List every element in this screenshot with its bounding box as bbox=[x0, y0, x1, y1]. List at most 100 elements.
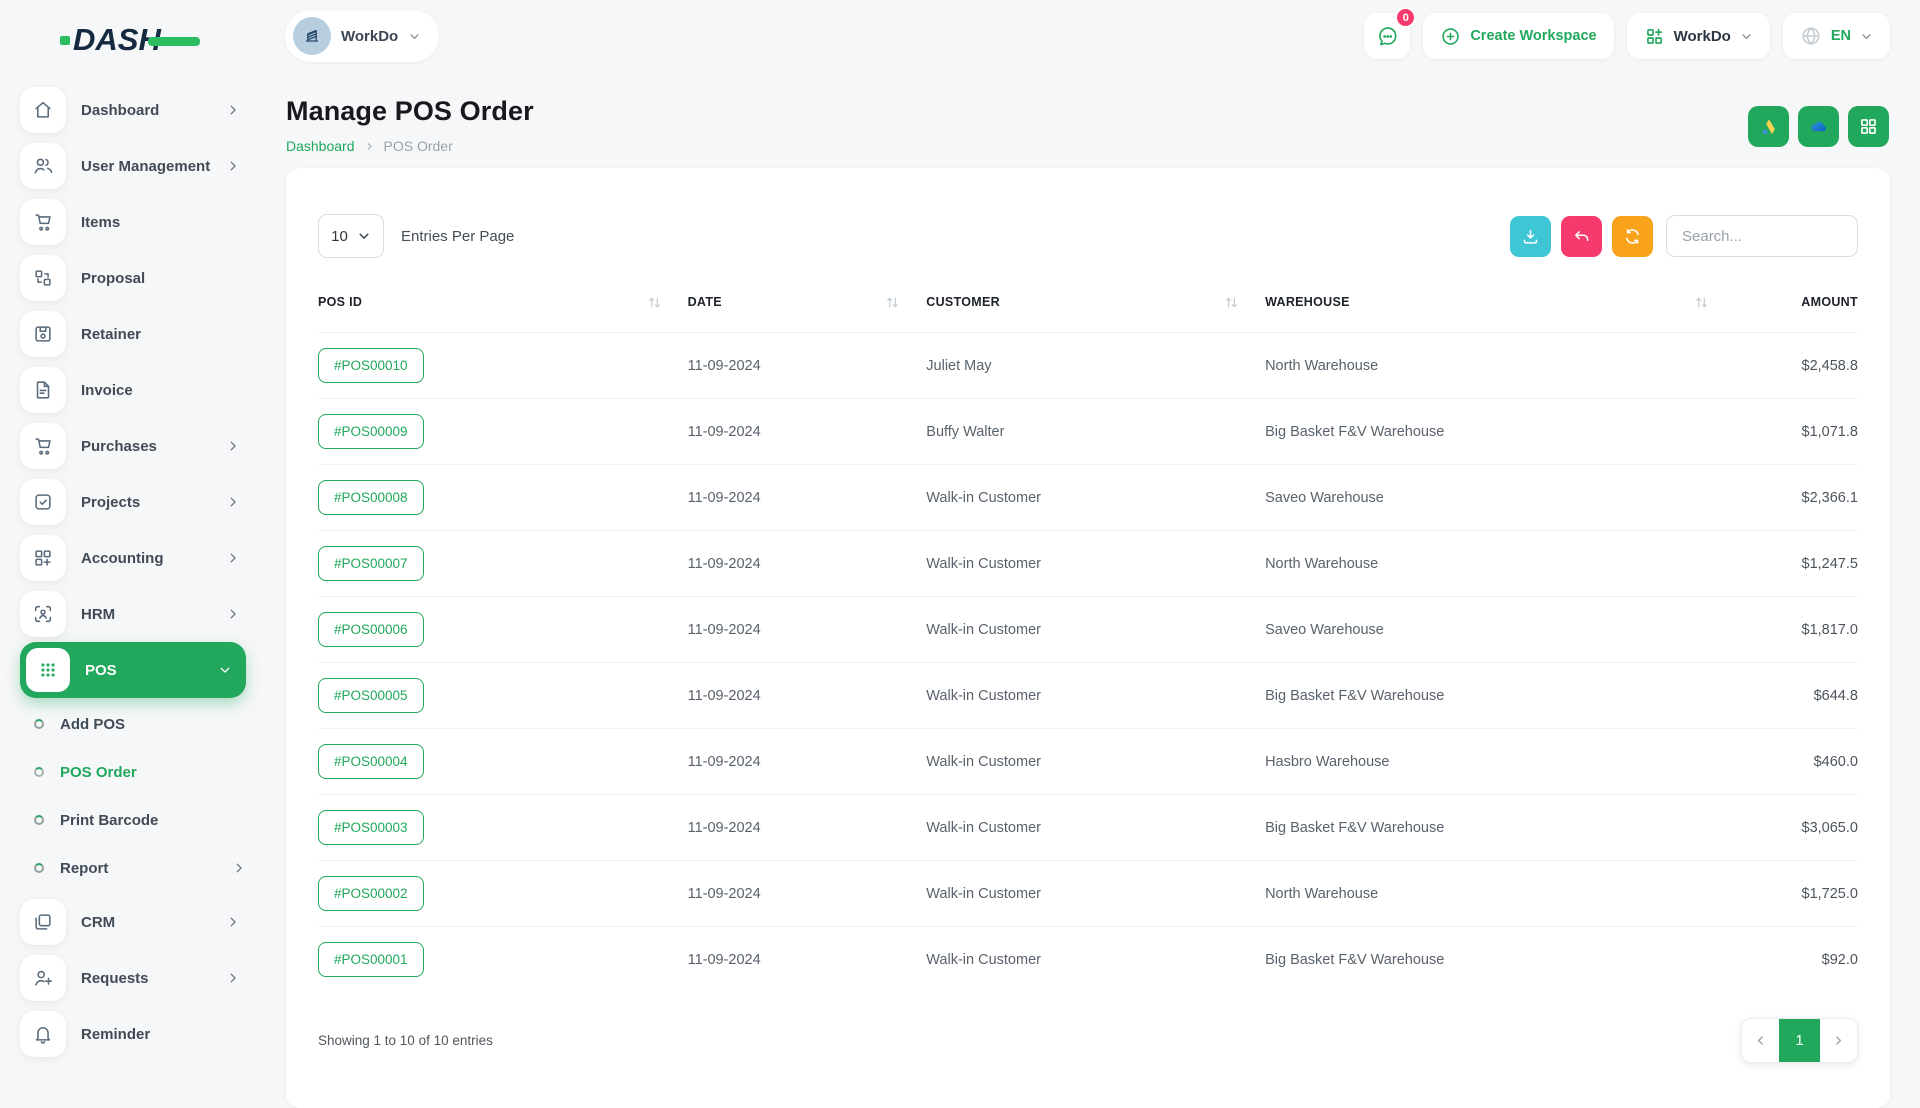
entries-label: Entries Per Page bbox=[401, 228, 514, 245]
chevron-right-icon bbox=[226, 971, 240, 985]
table-toolbar: 10 Entries Per Page bbox=[318, 214, 1858, 258]
search-input[interactable] bbox=[1666, 215, 1858, 257]
entries-value: 10 bbox=[331, 228, 348, 245]
download-icon bbox=[1521, 227, 1540, 246]
messages-button[interactable]: 0 bbox=[1364, 13, 1410, 59]
chevron-right-icon bbox=[226, 103, 240, 117]
refresh-button[interactable] bbox=[1612, 216, 1653, 257]
pos-id-button[interactable]: #POS00007 bbox=[318, 546, 424, 581]
cell-customer: Buffy Walter bbox=[926, 424, 1265, 440]
bullet-icon bbox=[34, 719, 44, 729]
sidebar-item-accounting[interactable]: Accounting bbox=[20, 530, 246, 586]
pos-id-button[interactable]: #POS00009 bbox=[318, 414, 424, 449]
table-footer: Showing 1 to 10 of 10 entries 1 bbox=[318, 1018, 1858, 1063]
cell-customer: Walk-in Customer bbox=[926, 490, 1265, 506]
header-date[interactable]: DATE bbox=[688, 295, 927, 310]
sidebar-item-purchases[interactable]: Purchases bbox=[20, 418, 246, 474]
prev-page-button[interactable] bbox=[1742, 1019, 1779, 1062]
chevron-right-icon bbox=[232, 861, 246, 875]
chevron-down-icon bbox=[1860, 30, 1873, 43]
cell-warehouse: Saveo Warehouse bbox=[1265, 490, 1735, 506]
sidebar-item-requests[interactable]: Requests bbox=[20, 950, 246, 1006]
pos-id-button[interactable]: #POS00001 bbox=[318, 942, 424, 977]
pos-id-button[interactable]: #POS00008 bbox=[318, 480, 424, 515]
cell-customer: Walk-in Customer bbox=[926, 622, 1265, 638]
table-row: #POS00008 11-09-2024 Walk-in Customer Sa… bbox=[318, 464, 1858, 530]
sidebar-item-items[interactable]: Items bbox=[20, 194, 246, 250]
grid-plus-icon bbox=[1644, 26, 1665, 47]
header-warehouse[interactable]: WAREHOUSE bbox=[1265, 295, 1735, 310]
sidebar-item-reminder[interactable]: Reminder bbox=[20, 1006, 246, 1062]
file-text-icon bbox=[20, 367, 66, 413]
refresh-icon bbox=[1623, 227, 1642, 246]
app-logo[interactable]: DASH bbox=[60, 22, 246, 58]
submenu-item-print-barcode[interactable]: Print Barcode bbox=[34, 796, 246, 844]
language-code: EN bbox=[1831, 28, 1851, 44]
submenu-item-pos-order[interactable]: POS Order bbox=[34, 748, 246, 796]
breadcrumb-current: POS Order bbox=[384, 138, 453, 154]
google-drive-button[interactable] bbox=[1748, 106, 1789, 147]
pos-id-button[interactable]: #POS00006 bbox=[318, 612, 424, 647]
cell-date: 11-09-2024 bbox=[688, 820, 927, 836]
breadcrumb: Dashboard POS Order bbox=[286, 138, 534, 154]
export-button[interactable] bbox=[1510, 216, 1551, 257]
cell-customer: Walk-in Customer bbox=[926, 886, 1265, 902]
sidebar-item-pos[interactable]: POS bbox=[20, 642, 246, 698]
submenu-item-report[interactable]: Report bbox=[34, 844, 246, 892]
bell-icon bbox=[20, 1011, 66, 1057]
sidebar-item-crm[interactable]: CRM bbox=[20, 894, 246, 950]
submenu-item-add-pos[interactable]: Add POS bbox=[34, 700, 246, 748]
sidebar-item-invoice[interactable]: Invoice bbox=[20, 362, 246, 418]
app-menu-button[interactable]: WorkDo bbox=[1627, 13, 1770, 59]
pos-id-button[interactable]: #POS00002 bbox=[318, 876, 424, 911]
workspace-selector[interactable]: WorkDo bbox=[285, 10, 439, 62]
language-selector[interactable]: EN bbox=[1783, 13, 1890, 59]
header-amount[interactable]: AMOUNT bbox=[1735, 295, 1858, 309]
pos-id-button[interactable]: #POS00004 bbox=[318, 744, 424, 779]
grid-icon bbox=[1858, 116, 1879, 137]
user-plus-icon bbox=[20, 955, 66, 1001]
bullet-icon bbox=[34, 863, 44, 873]
google-drive-icon bbox=[1758, 116, 1779, 137]
sidebar-item-retainer[interactable]: Retainer bbox=[20, 306, 246, 362]
cell-date: 11-09-2024 bbox=[688, 754, 927, 770]
header-customer[interactable]: CUSTOMER bbox=[926, 295, 1265, 310]
sidebar-item-hrm[interactable]: HRM bbox=[20, 586, 246, 642]
pos-id-button[interactable]: #POS00003 bbox=[318, 810, 424, 845]
cell-date: 11-09-2024 bbox=[688, 490, 927, 506]
sidebar-item-user-management[interactable]: User Management bbox=[20, 138, 246, 194]
undo-icon bbox=[1572, 227, 1591, 246]
entries-per-page-select[interactable]: 10 bbox=[318, 214, 384, 258]
cell-date: 11-09-2024 bbox=[688, 952, 927, 968]
chevron-left-icon bbox=[1754, 1034, 1767, 1047]
check-square-icon bbox=[20, 479, 66, 525]
cell-customer: Walk-in Customer bbox=[926, 820, 1265, 836]
apps-grid-button[interactable] bbox=[1848, 106, 1889, 147]
sidebar-item-dashboard[interactable]: Dashboard bbox=[20, 82, 246, 138]
cell-date: 11-09-2024 bbox=[688, 886, 927, 902]
onedrive-button[interactable] bbox=[1798, 106, 1839, 147]
cell-date: 11-09-2024 bbox=[688, 358, 927, 374]
pos-id-button[interactable]: #POS00005 bbox=[318, 678, 424, 713]
cart-icon bbox=[20, 423, 66, 469]
cell-date: 11-09-2024 bbox=[688, 424, 927, 440]
sidebar-item-projects[interactable]: Projects bbox=[20, 474, 246, 530]
overlap-squares-icon bbox=[20, 899, 66, 945]
sidebar-item-proposal[interactable]: Proposal bbox=[20, 250, 246, 306]
header-pos-id[interactable]: POS ID bbox=[318, 295, 688, 310]
page-header: Manage POS Order Dashboard POS Order bbox=[286, 96, 534, 154]
reset-button[interactable] bbox=[1561, 216, 1602, 257]
cell-customer: Walk-in Customer bbox=[926, 952, 1265, 968]
page-number-current[interactable]: 1 bbox=[1779, 1019, 1820, 1062]
create-workspace-button[interactable]: Create Workspace bbox=[1423, 13, 1613, 59]
chevron-right-icon bbox=[1832, 1034, 1845, 1047]
cell-warehouse: North Warehouse bbox=[1265, 886, 1735, 902]
next-page-button[interactable] bbox=[1820, 1019, 1857, 1062]
cell-amount: $92.0 bbox=[1735, 952, 1858, 968]
chevron-right-icon bbox=[226, 495, 240, 509]
cell-customer: Walk-in Customer bbox=[926, 754, 1265, 770]
cell-date: 11-09-2024 bbox=[688, 688, 927, 704]
pos-id-button[interactable]: #POS00010 bbox=[318, 348, 424, 383]
integration-buttons bbox=[1748, 106, 1889, 147]
breadcrumb-dashboard-link[interactable]: Dashboard bbox=[286, 138, 355, 154]
